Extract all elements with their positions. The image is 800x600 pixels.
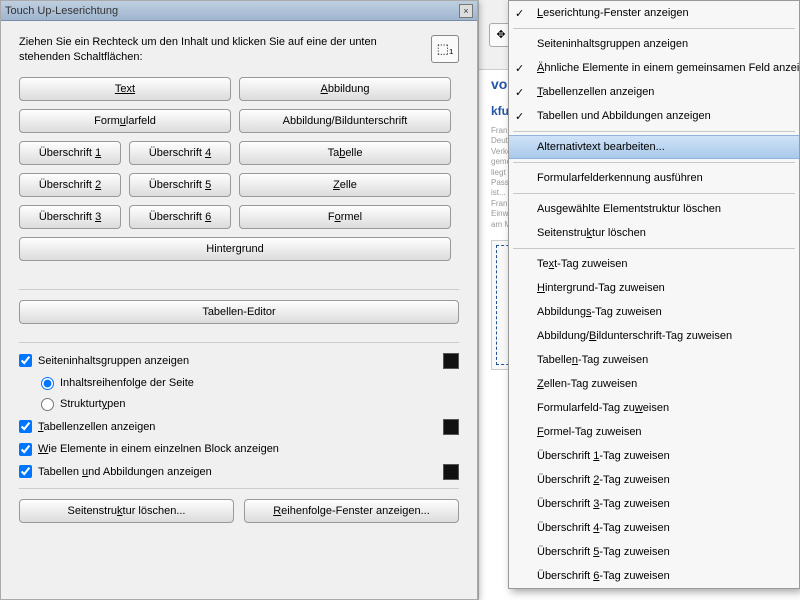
menu-item[interactable]: Alternativtext bearbeiten... [509, 135, 799, 159]
menu-separator [513, 131, 795, 132]
menu-item[interactable]: Seitenstruktur löschen [509, 221, 799, 245]
menu-item[interactable]: Ausgewählte Elementstruktur löschen [509, 197, 799, 221]
menu-item-label: Formel-Tag zuweisen [537, 426, 642, 438]
draw-rectangle-icon[interactable]: ⬚₁ [431, 35, 459, 63]
cb-tabellenzellen-label: Tabellenzellen anzeigen [38, 421, 155, 433]
menu-item-label: Überschrift 5-Tag zuweisen [537, 546, 670, 558]
menu-item-label: Tabellen-Tag zuweisen [537, 354, 648, 366]
menu-item[interactable]: ✓ Leserichtung-Fenster anzeigen [509, 1, 799, 25]
touch-up-reading-order-dialog: Touch Up-Leserichtung × Ziehen Sie ein R… [0, 0, 478, 600]
menu-item[interactable]: ✓ Ähnliche Elemente in einem gemeinsamen … [509, 56, 799, 80]
menu-item[interactable]: Überschrift 2-Tag zuweisen [509, 468, 799, 492]
menu-item-label: Text-Tag zuweisen [537, 258, 628, 270]
menu-item-label: Überschrift 6-Tag zuweisen [537, 570, 670, 582]
menu-item[interactable]: Überschrift 3-Tag zuweisen [509, 492, 799, 516]
swatch-2[interactable] [443, 419, 459, 435]
menu-item[interactable]: Zellen-Tag zuweisen [509, 372, 799, 396]
label: Formularfeld [94, 115, 156, 127]
radio-reihenfolge[interactable] [41, 377, 54, 390]
menu-item-label: Abbildungs-Tag zuweisen [537, 306, 662, 318]
check-icon: ✓ [515, 62, 524, 75]
u4-button[interactable]: Überschrift 4 [129, 141, 231, 165]
check-icon: ✓ [515, 86, 524, 99]
u1-button[interactable]: Überschrift 1 [19, 141, 121, 165]
cb-tab-abb[interactable] [19, 465, 32, 478]
dialog-title: Touch Up-Leserichtung [5, 5, 118, 17]
menu-item-label: Tabellenzellen anzeigen [537, 86, 654, 98]
menu-item[interactable]: Überschrift 5-Tag zuweisen [509, 540, 799, 564]
menu-item[interactable]: Seiteninhaltsgruppen anzeigen [509, 32, 799, 56]
zelle-button[interactable]: Zelle [239, 173, 451, 197]
u6-button[interactable]: Überschrift 6 [129, 205, 231, 229]
swatch-3[interactable] [443, 464, 459, 480]
cb-tabellenzellen[interactable] [19, 420, 32, 433]
menu-separator [513, 28, 795, 29]
formel-button[interactable]: Formel [239, 205, 451, 229]
dialog-titlebar[interactable]: Touch Up-Leserichtung × [1, 1, 477, 21]
menu-separator [513, 162, 795, 163]
menu-item-label: Überschrift 3-Tag zuweisen [537, 498, 670, 510]
hintergrund-button[interactable]: Hintergrund [19, 237, 451, 261]
context-menu: ✓ Leserichtung-Fenster anzeigen Seiteninha… [508, 0, 800, 589]
u2-button[interactable]: Überschrift 2 [19, 173, 121, 197]
formularfeld-button[interactable]: Formularfeld [19, 109, 231, 133]
menu-item-label: Leserichtung-Fenster anzeigen [537, 7, 689, 19]
dialog-instruction: Ziehen Sie ein Rechteck um den Inhalt un… [19, 35, 421, 65]
menu-item-label: Abbildung/Bildunterschrift-Tag zuweisen [537, 330, 732, 342]
close-icon[interactable]: × [459, 4, 473, 18]
menu-item-label: Überschrift 1-Tag zuweisen [537, 450, 670, 462]
menu-item[interactable]: Formularfelderkennung ausführen [509, 166, 799, 190]
menu-separator [513, 193, 795, 194]
menu-item[interactable]: Text-Tag zuweisen [509, 252, 799, 276]
tabellen-editor-button[interactable]: Tabellen-Editor [19, 300, 459, 324]
menu-item-label: Alternativtext bearbeiten... [537, 141, 665, 153]
menu-item[interactable]: Hintergrund-Tag zuweisen [509, 276, 799, 300]
menu-item[interactable]: Tabellen-Tag zuweisen [509, 348, 799, 372]
menu-item[interactable]: Abbildung/Bildunterschrift-Tag zuweisen [509, 324, 799, 348]
menu-item[interactable]: ✓ Tabellen und Abbildungen anzeigen [509, 104, 799, 128]
tabelle-button[interactable]: Tabelle [239, 141, 451, 165]
seitenstruktur-loschen-button[interactable]: Seitenstruktur löschen... [19, 499, 234, 523]
menu-item-label: Ausgewählte Elementstruktur löschen [537, 203, 721, 215]
radio-struktur-label: Strukturtypen [60, 398, 125, 410]
label: Abbildung [321, 83, 370, 95]
check-icon: ✓ [515, 110, 524, 123]
abb-bu-button[interactable]: Abbildung/Bildunterschrift [239, 109, 451, 133]
menu-item[interactable]: Abbildungs-Tag zuweisen [509, 300, 799, 324]
menu-item-label: Formularfelderkennung ausführen [537, 172, 703, 184]
cb-seiteninhalt-label: Seiteninhaltsgruppen anzeigen [38, 355, 189, 367]
menu-item-label: Formularfeld-Tag zuweisen [537, 402, 669, 414]
text-button[interactable]: Text [19, 77, 231, 101]
reihenfolge-fenster-button[interactable]: Reihenfolge-Fenster anzeigen... [244, 499, 459, 523]
cb-wie-elemente[interactable] [19, 443, 32, 456]
cb-seiteninhalt[interactable] [19, 354, 32, 367]
cb-wie-elemente-label: Wie Elemente in einem einzelnen Block an… [38, 443, 279, 455]
check-icon: ✓ [515, 7, 524, 20]
menu-item[interactable]: ✓ Tabellenzellen anzeigen [509, 80, 799, 104]
cb-tab-abb-label: Tabellen und Abbildungen anzeigen [38, 466, 212, 478]
menu-item-label: Hintergrund-Tag zuweisen [537, 282, 665, 294]
swatch-1[interactable] [443, 353, 459, 369]
menu-item[interactable]: Überschrift 6-Tag zuweisen [509, 564, 799, 588]
menu-separator [513, 248, 795, 249]
menu-item-label: Ähnliche Elemente in einem gemeinsamen F… [537, 62, 800, 74]
menu-item-label: Überschrift 2-Tag zuweisen [537, 474, 670, 486]
menu-item-label: Seitenstruktur löschen [537, 227, 646, 239]
menu-item-label: Seiteninhaltsgruppen anzeigen [537, 38, 688, 50]
abbildung-button[interactable]: Abbildung [239, 77, 451, 101]
menu-item[interactable]: Überschrift 1-Tag zuweisen [509, 444, 799, 468]
radio-struktur[interactable] [41, 398, 54, 411]
menu-item-label: Tabellen und Abbildungen anzeigen [537, 110, 711, 122]
menu-item-label: Zellen-Tag zuweisen [537, 378, 637, 390]
radio-reihenfolge-label: Inhaltsreihenfolge der Seite [60, 377, 194, 389]
menu-item[interactable]: Formularfeld-Tag zuweisen [509, 396, 799, 420]
menu-item[interactable]: Formel-Tag zuweisen [509, 420, 799, 444]
menu-item-label: Überschrift 4-Tag zuweisen [537, 522, 670, 534]
u3-button[interactable]: Überschrift 3 [19, 205, 121, 229]
menu-item[interactable]: Überschrift 4-Tag zuweisen [509, 516, 799, 540]
u5-button[interactable]: Überschrift 5 [129, 173, 231, 197]
